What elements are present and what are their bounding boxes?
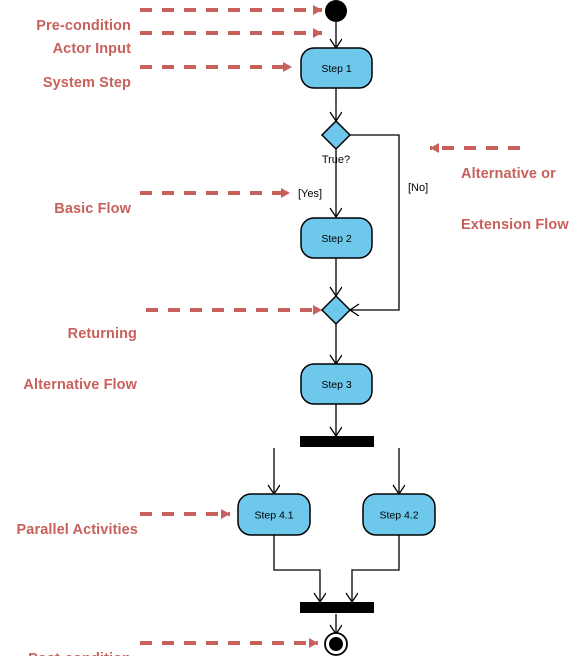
join-bar[interactable]	[300, 602, 374, 613]
annotation-parallel-activities-line-1: Parallel Activities	[16, 522, 138, 538]
annotation-arrows	[140, 5, 520, 648]
annotation-parallel-activities: Parallel Activities	[0, 505, 138, 556]
activity-step3-label: Step 3	[321, 379, 352, 391]
activity-step1[interactable]: Step 1	[300, 47, 373, 89]
control-flow-edges	[274, 22, 399, 634]
activity-step1-label: Step 1	[321, 63, 352, 75]
activity-step42-label: Step 4.2	[379, 510, 418, 522]
annotation-returning-alternative-flow: Returning Alternative Flow	[0, 292, 137, 428]
activity-step42[interactable]: Step 4.2	[362, 493, 436, 536]
activity-step2[interactable]: Step 2	[300, 217, 373, 259]
edge-step41-to-join	[273, 535, 320, 602]
guard-no-label: [No]	[408, 182, 428, 194]
annotation-alternative-or-extension-flow-line-1: Alternative or	[461, 166, 556, 182]
fork-bar[interactable]	[300, 436, 374, 447]
annotation-basic-flow: Basic Flow	[0, 184, 131, 235]
guard-yes-label: [Yes]	[298, 188, 322, 200]
decision-node[interactable]	[320, 119, 352, 151]
annotation-system-step-line-1: System Step	[42, 75, 131, 91]
annotation-alternative-or-extension-flow: Alternative or Extension Flow	[461, 132, 572, 268]
final-node[interactable]	[324, 632, 348, 656]
initial-node[interactable]	[325, 0, 347, 22]
activity-step2-label: Step 2	[321, 233, 352, 245]
annotation-post-condition: Post-condition	[0, 634, 131, 656]
edge-step42-to-join	[352, 535, 400, 602]
annotation-system-step: System Step	[0, 58, 131, 109]
activity-step3[interactable]: Step 3	[300, 363, 373, 405]
decision-condition-label: True?	[322, 154, 350, 166]
activity-step41-label: Step 4.1	[254, 510, 293, 522]
annotation-returning-alternative-flow-line-2: Alternative Flow	[23, 377, 137, 393]
annotation-alternative-or-extension-flow-line-2: Extension Flow	[461, 217, 569, 233]
merge-node[interactable]	[320, 294, 352, 326]
annotation-returning-alternative-flow-line-1: Returning	[67, 326, 137, 342]
annotation-basic-flow-line-1: Basic Flow	[54, 201, 131, 217]
annotation-actor-input-line-1: Actor Input	[52, 41, 131, 57]
activity-step41[interactable]: Step 4.1	[237, 493, 311, 536]
annotation-post-condition-line-1: Post-condition	[28, 651, 131, 656]
activity-diagram-canvas: Step 1 True? [Yes] [No] Step 2 Step 3 St…	[0, 0, 572, 656]
